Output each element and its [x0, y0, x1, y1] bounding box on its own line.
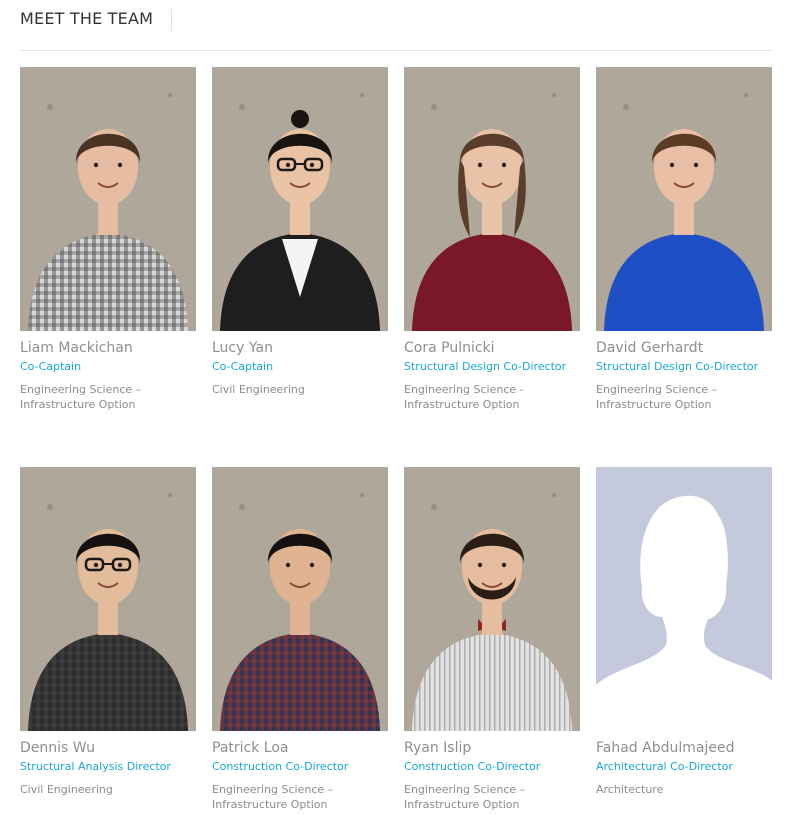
member-program: Engineering Science – Infrastructure Opt…	[596, 383, 718, 411]
portrait-illustration	[212, 467, 388, 731]
portrait-illustration	[20, 467, 196, 731]
member-name: Lucy Yan	[212, 340, 273, 356]
member-program: Engineering Science – Infrastructure Opt…	[212, 783, 334, 811]
member-photo[interactable]	[212, 67, 388, 331]
member-name: Cora Pulnicki	[404, 340, 495, 356]
section-header: MEET THE TEAM	[20, 0, 772, 51]
portrait-illustration	[212, 67, 388, 331]
member-name: Ryan Islip	[404, 740, 472, 756]
member-role: Co-Captain	[212, 360, 274, 373]
header-divider	[171, 9, 172, 31]
member-name: Fahad Abdulmajeed	[596, 740, 735, 756]
member-role: Structural Design Co-Director	[596, 360, 759, 373]
member-photo[interactable]	[596, 67, 772, 331]
member-program: Civil Engineering	[20, 783, 113, 796]
member-program: Architecture	[596, 783, 664, 796]
member-role: Co-Captain	[20, 360, 82, 373]
member-photo[interactable]	[404, 67, 580, 331]
placeholder-avatar[interactable]	[596, 467, 772, 731]
member-photo[interactable]	[20, 467, 196, 731]
member-role: Architectural Co-Director	[596, 760, 733, 773]
portrait-illustration	[596, 67, 772, 331]
default-profile-silhouette	[596, 467, 772, 731]
member-role: Structural Design Co-Director	[404, 360, 567, 373]
member-name: David Gerhardt	[596, 340, 704, 356]
portrait-illustration	[404, 467, 580, 731]
member-role: Construction Co-Director	[404, 760, 541, 773]
member-program: Civil Engineering	[212, 383, 305, 396]
portrait-illustration	[404, 67, 580, 331]
member-program: Engineering Science – Infrastructure Opt…	[404, 783, 526, 811]
member-program: Engineering Science – Infrastructure Opt…	[20, 383, 142, 411]
member-role: Structural Analysis Director	[20, 760, 171, 773]
member-photo[interactable]	[20, 67, 196, 331]
member-name: Patrick Loa	[212, 740, 289, 756]
member-program: Engineering Science - Infrastructure Opt…	[404, 383, 524, 411]
member-photo[interactable]	[404, 467, 580, 731]
member-photo[interactable]	[212, 467, 388, 731]
member-name: Dennis Wu	[20, 740, 95, 756]
portrait-illustration	[20, 67, 196, 331]
section-title: MEET THE TEAM	[20, 9, 154, 28]
member-name: Liam Mackichan	[20, 340, 133, 356]
member-role: Construction Co-Director	[212, 760, 349, 773]
